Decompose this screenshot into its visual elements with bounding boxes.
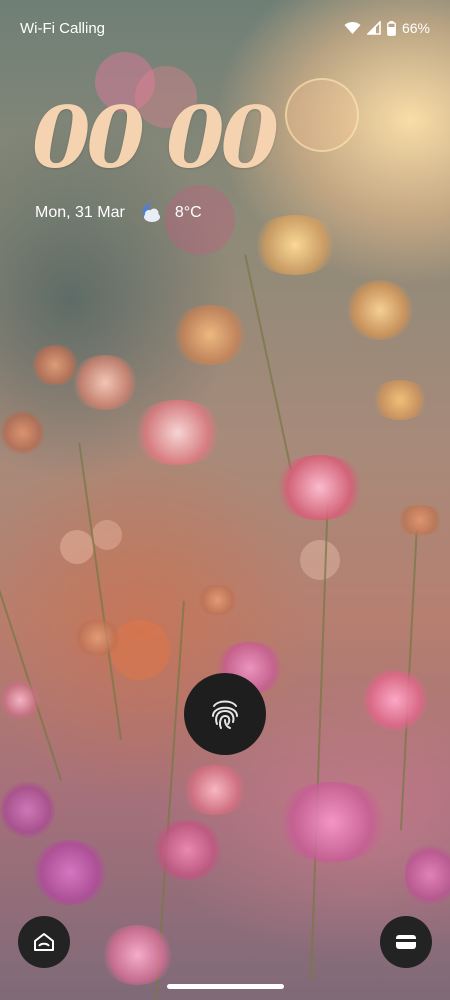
wallet-shortcut-button[interactable] — [380, 916, 432, 968]
carrier-label: Wi-Fi Calling — [20, 19, 106, 37]
fingerprint-sensor-button[interactable] — [184, 673, 266, 755]
flower-head — [30, 840, 110, 905]
status-bar: Wi-Fi Calling 66% — [0, 0, 450, 56]
bokeh-light — [300, 540, 340, 580]
flower-head — [0, 780, 55, 840]
gesture-nav-bar[interactable] — [167, 984, 284, 989]
status-icons: 66% — [344, 20, 430, 36]
bokeh-light — [92, 520, 122, 550]
wallet-icon — [395, 933, 417, 951]
date-weather-row[interactable]: Mon, 31 Mar 8°C — [35, 202, 202, 224]
flower-head — [345, 280, 415, 340]
flower-head — [70, 355, 140, 410]
flower-head — [150, 820, 225, 880]
flower-head — [370, 380, 430, 420]
cell-signal-icon — [366, 21, 381, 35]
wifi-icon — [344, 21, 361, 35]
lockscreen-clock[interactable]: 00 00 — [32, 96, 279, 180]
flower-head — [250, 215, 340, 275]
flower-head — [405, 840, 450, 910]
bokeh-light — [285, 78, 359, 152]
flower-head — [0, 410, 45, 455]
flower-head — [130, 400, 225, 465]
home-icon — [33, 932, 55, 952]
flower-head — [360, 670, 430, 730]
flower-head — [180, 765, 250, 815]
flower-head — [272, 782, 392, 862]
flower-head — [170, 305, 250, 365]
flower-stem — [244, 254, 292, 471]
flower-stem — [78, 442, 122, 741]
bokeh-light — [60, 530, 94, 564]
flower-head — [0, 680, 40, 720]
flower-stem — [0, 437, 62, 781]
flower-head — [272, 455, 367, 520]
battery-percentage: 66% — [401, 20, 430, 36]
date-label: Mon, 31 Mar — [35, 204, 125, 221]
flower-head — [395, 505, 445, 535]
moon-cloud-icon — [139, 202, 163, 224]
home-shortcut-button[interactable] — [18, 916, 70, 968]
fingerprint-icon — [209, 697, 241, 731]
battery-icon — [387, 20, 396, 36]
temperature-label: 8°C — [174, 204, 202, 221]
flower-head — [30, 345, 80, 385]
flower-head — [100, 925, 175, 985]
flower-head — [195, 585, 240, 615]
flower-head — [70, 620, 125, 655]
